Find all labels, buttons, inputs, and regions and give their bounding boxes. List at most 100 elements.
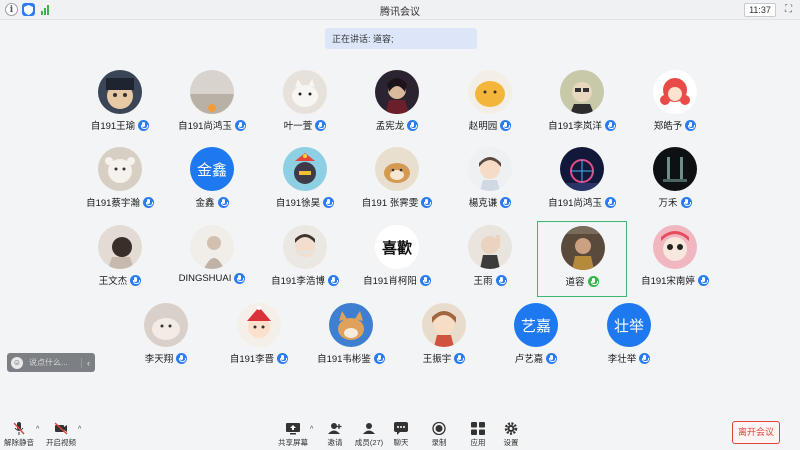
participant-name: 万禾 <box>658 198 678 209</box>
participant-name: 王振宇 <box>422 354 452 365</box>
avatar <box>98 147 142 191</box>
participant-name: 金鑫 <box>195 198 215 209</box>
share-screen-icon <box>286 423 300 435</box>
mic-icon <box>277 352 289 364</box>
participant-tile[interactable]: 赵明园 <box>445 66 535 142</box>
participant-name: 李壮举 <box>607 354 637 365</box>
chevron-left-icon[interactable]: ‹ <box>81 357 95 368</box>
leave-meeting-button[interactable]: 离开会议 <box>732 421 780 444</box>
participant-tile-active-speaker[interactable]: 道容 <box>537 221 627 297</box>
mic-icon <box>217 196 229 208</box>
record-button[interactable]: 录制 <box>422 422 456 448</box>
participant-name: 李天翔 <box>144 354 174 365</box>
participant-name: 自191徐昊 <box>275 198 321 209</box>
participant-tile[interactable]: 金鑫 金鑫 <box>167 143 257 219</box>
members-icon <box>363 423 375 434</box>
participant-name: 自191李晋 <box>229 354 275 365</box>
participant-tile[interactable]: 自191李岚洋 <box>537 66 627 142</box>
participant-name: 自191 张霁雯 <box>361 198 419 209</box>
participant-tile[interactable]: 自191尚鸿玉 <box>537 143 627 219</box>
chat-button[interactable]: 聊天 <box>384 422 418 448</box>
avatar <box>560 70 604 114</box>
mic-icon <box>697 274 709 286</box>
mic-icon <box>500 119 512 131</box>
avatar <box>560 147 604 191</box>
settings-button[interactable]: 设置 <box>494 422 528 448</box>
participant-name: 自191韦彬鉴 <box>317 354 371 365</box>
mic-icon <box>419 274 431 286</box>
avatar <box>653 147 697 191</box>
chat-placeholder: 说点什么... <box>29 358 68 367</box>
participant-name: 自191肖柯阳 <box>363 276 417 287</box>
mic-icon <box>234 119 246 131</box>
avatar <box>468 225 512 269</box>
participant-name: 卢艺嘉 <box>514 354 544 365</box>
participant-tile[interactable]: 自191 张霁雯 <box>352 143 442 219</box>
participant-tile[interactable]: 喜歡 自191肖柯阳 <box>352 221 442 297</box>
participant-tile[interactable]: 王振宇 <box>399 299 489 375</box>
participant-tile[interactable]: DINGSHUAI <box>167 221 257 297</box>
avatar <box>98 225 142 269</box>
mic-icon <box>142 196 154 208</box>
mute-options-chevron-icon[interactable]: ^ <box>36 426 39 433</box>
share-screen-button[interactable]: 共享屏幕 <box>276 422 310 448</box>
speaking-banner: 正在讲话: 道容; <box>325 28 477 49</box>
avatar <box>468 147 512 191</box>
mic-icon <box>323 196 335 208</box>
participant-name: 楊克谦 <box>468 198 498 209</box>
participant-tile[interactable]: 郑皓予 <box>630 66 720 142</box>
avatar <box>468 70 512 114</box>
mic-icon <box>138 119 150 131</box>
fullscreen-icon[interactable]: ⛶ <box>782 3 795 16</box>
participant-tile[interactable]: 万禾 <box>630 143 720 219</box>
participant-name: 孟宪龙 <box>375 121 405 132</box>
participant-name: 自191蔡宇瀚 <box>86 198 140 209</box>
participant-tile[interactable]: 自191蔡宇瀚 <box>75 143 165 219</box>
participant-tile[interactable]: 自191韦彬鉴 <box>306 299 396 375</box>
emoji-icon[interactable]: ☺ <box>11 356 23 369</box>
participant-tile[interactable]: 自191宋南婷 <box>630 221 720 297</box>
participant-tile[interactable]: 自191王瑜 <box>75 66 165 142</box>
chat-input[interactable]: ☺ 说点什么... ‹ <box>7 353 95 372</box>
video-button[interactable]: 开启视频 <box>44 422 78 448</box>
mute-button[interactable]: 解除静音 <box>2 422 36 448</box>
mic-icon <box>495 274 507 286</box>
participant-tile[interactable]: 王雨 <box>445 221 535 297</box>
avatar <box>190 70 234 114</box>
video-options-chevron-icon[interactable]: ^ <box>78 426 81 433</box>
avatar <box>375 70 419 114</box>
apps-button[interactable]: 应用 <box>461 422 495 448</box>
mic-icon <box>680 196 692 208</box>
participant-tile[interactable]: 王文杰 <box>75 221 165 297</box>
participant-tile[interactable]: 艺嘉 卢艺嘉 <box>491 299 581 375</box>
participant-tile[interactable]: 自191徐昊 <box>260 143 350 219</box>
participant-tile[interactable]: 壮举 李壮举 <box>584 299 674 375</box>
apps-icon <box>471 422 485 435</box>
avatar <box>190 225 234 269</box>
invite-icon <box>328 423 342 434</box>
participant-tile[interactable]: 李天翔 <box>121 299 211 375</box>
participant-tile[interactable]: 自191李晋 <box>214 299 304 375</box>
participant-name: 王雨 <box>473 276 493 287</box>
record-icon <box>432 422 446 435</box>
participant-tile[interactable]: 自191尚鸿玉 <box>167 66 257 142</box>
invite-button[interactable]: 邀请 <box>318 422 352 448</box>
avatar <box>283 70 327 114</box>
chat-icon <box>394 422 408 435</box>
avatar <box>422 303 466 347</box>
participant-tile[interactable]: 楊克谦 <box>445 143 535 219</box>
camera-off-icon <box>54 422 68 435</box>
avatar <box>237 303 281 347</box>
participant-tile[interactable]: 孟宪龙 <box>352 66 442 142</box>
avatar: 喜歡 <box>375 225 419 269</box>
avatar <box>283 225 327 269</box>
members-button[interactable]: 成员(27) <box>352 422 386 448</box>
participant-tile[interactable]: 叶一萱 <box>260 66 350 142</box>
mic-icon <box>604 196 616 208</box>
mic-icon <box>546 352 558 364</box>
avatar: 艺嘉 <box>514 303 558 347</box>
share-options-chevron-icon[interactable]: ^ <box>310 426 313 433</box>
mic-icon <box>176 352 188 364</box>
participant-name: 赵明园 <box>468 121 498 132</box>
participant-tile[interactable]: 自191李浩博 <box>260 221 350 297</box>
